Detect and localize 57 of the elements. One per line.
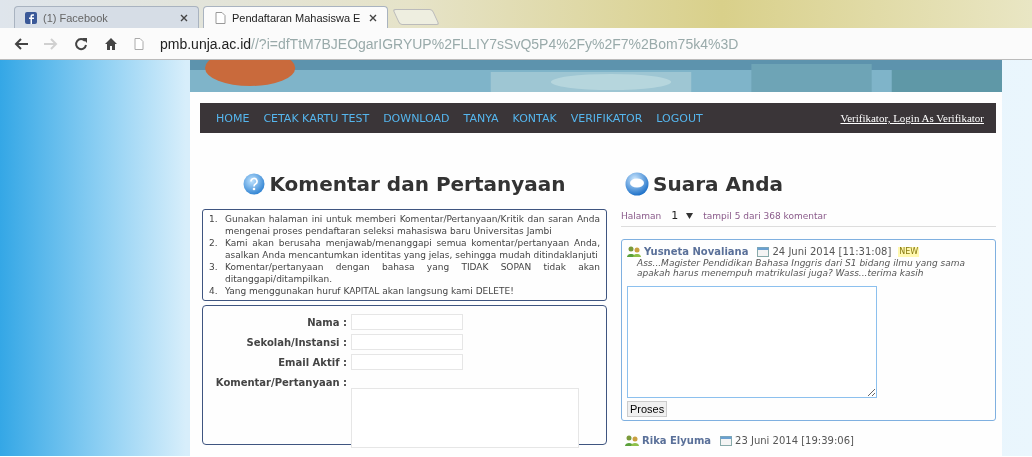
rule-text: Komentar/pertanyaan dengan bahasa yang TIDAK SOPAN tidak akan ditanggapi/ditampilkan. (225, 261, 600, 285)
list-number: 4. (209, 285, 219, 297)
comment-field[interactable] (351, 388, 579, 448)
field-label: Email Aktif : (277, 356, 347, 369)
tab-title: Pendaftaran Mahasiswa E (232, 11, 362, 24)
nav-link[interactable]: TANYA (463, 111, 499, 125)
nav-link[interactable]: DOWNLOAD (383, 111, 450, 125)
calendar-icon (720, 435, 733, 446)
new-tab-button[interactable] (392, 9, 440, 25)
new-badge: NEW (898, 246, 920, 257)
tab-title: (1) Facebook (43, 11, 109, 24)
close-icon[interactable] (180, 13, 188, 22)
facebook-icon (25, 11, 37, 24)
page-icon (214, 11, 226, 24)
home-icon[interactable] (104, 36, 118, 51)
back-icon[interactable] (14, 36, 28, 51)
pager-label: Halaman (621, 210, 662, 221)
users-icon (627, 246, 641, 257)
rule-text: Gunakan halaman ini untuk memberi Komentar/Pertanyaan/Kritik dan saran Anda mengenai proses pendaftaran seleksi mahasiswa baru Universitas Jambi (225, 213, 600, 237)
rule-text: Yang menggunakan huruf KAPITAL akan langsung kami DELETE! (225, 285, 515, 297)
field-label: Nama : (306, 316, 347, 329)
pager-summary: tampil 5 dari 368 komentar (703, 210, 827, 221)
dropdown-icon (686, 212, 694, 219)
nav-link[interactable]: CETAK KARTU TEST (263, 111, 370, 125)
browser-tab[interactable]: Pendaftaran Mahasiswa E (203, 6, 388, 28)
comment-author: Yusneta Novaliana (644, 246, 749, 257)
users-icon (625, 435, 639, 446)
proses-button[interactable]: Proses (627, 401, 668, 417)
input-field[interactable] (351, 314, 463, 330)
page-dropdown[interactable]: 1 (667, 209, 698, 222)
nav-link[interactable]: VERIFIKATOR (570, 111, 643, 125)
nav-link[interactable]: HOME (216, 111, 250, 125)
section-title: Suara Anda (653, 172, 783, 196)
reload-icon[interactable] (74, 36, 88, 51)
comment-date: 24 Juni 2014 [11:31:08] (772, 246, 892, 257)
close-icon[interactable] (369, 13, 377, 22)
page-icon (134, 37, 144, 50)
help-icon (243, 173, 266, 195)
list-number: 1. (209, 213, 219, 225)
comment-text: Ass...Magister Pendidikan Bahasa Inggris dari S1 bidang ilmu yang sama apakah harus menempuh matrikulasi juga? Wass...terima kasih (635, 258, 967, 278)
input-field[interactable] (351, 334, 463, 350)
comment-author: Rika Elyuma (642, 435, 712, 446)
speech-bubble-icon (625, 172, 649, 196)
nav-link[interactable]: KONTAK (512, 111, 557, 125)
comment-date: 23 Juni 2014 [19:39:06] (735, 435, 854, 446)
list-number: 2. (209, 237, 219, 249)
input-field[interactable] (351, 354, 463, 370)
nav-link[interactable]: LOGOUT (656, 111, 703, 125)
calendar-icon (757, 246, 770, 257)
reply-field[interactable] (627, 286, 877, 398)
user-link[interactable]: Verifikator, Login As Verifikator (840, 112, 984, 124)
list-number: 3. (209, 261, 219, 273)
field-label: Sekolah/Instansi : (245, 336, 347, 349)
browser-tab[interactable]: (1) Facebook (14, 6, 199, 28)
rule-text: Kami akan berusaha menjawab/menanggapi semua komentar/pertanyaan Anda, asalkan Anda mencantumkan identitas yang jelas, sehingga mudah ditindaklanjuti (225, 237, 600, 261)
field-label: Komentar/Pertanyaan : (214, 376, 347, 389)
section-title: Komentar dan Pertanyaan (269, 172, 566, 196)
